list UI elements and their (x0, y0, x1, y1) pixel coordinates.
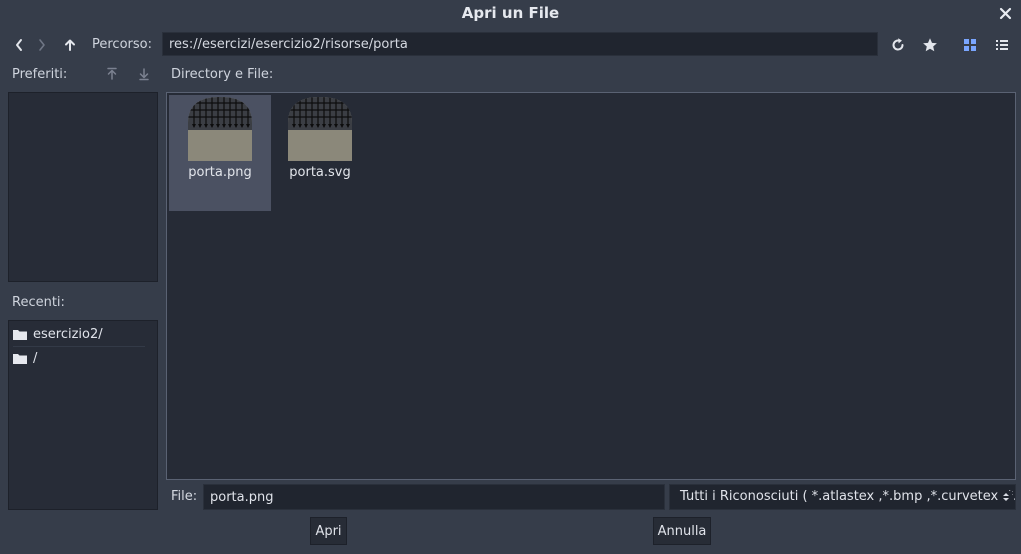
favorites-label: Preferiti: (12, 67, 68, 82)
open-button[interactable]: Apri (310, 517, 347, 545)
refresh-icon (892, 38, 904, 51)
path-input[interactable] (162, 32, 878, 56)
list-view-icon (996, 40, 1008, 50)
folder-icon (13, 353, 27, 364)
favorite-toggle-button[interactable] (919, 34, 941, 56)
star-icon (923, 38, 937, 52)
dialog-title: Apri un File (461, 4, 560, 22)
dropdown-arrow-icon (1000, 491, 1012, 503)
recent-item[interactable]: esercizio2/ (13, 323, 143, 345)
recent-item-label: esercizio2/ (33, 326, 103, 342)
forward-button[interactable] (33, 35, 51, 55)
favorite-move-up-button[interactable] (104, 65, 120, 83)
file-item-porta-png[interactable]: porta.png (169, 95, 271, 211)
image-thumbnail-icon (188, 97, 252, 161)
favorites-list[interactable] (8, 92, 158, 282)
path-toolbar: Percorso: (0, 31, 1021, 59)
image-thumbnail-icon (288, 97, 352, 161)
close-button[interactable] (995, 2, 1015, 24)
directory-label: Directory e File: (171, 67, 274, 82)
recents-list[interactable]: esercizio2/ / (8, 320, 158, 510)
file-label: File: (171, 489, 198, 504)
favorite-move-down-button[interactable] (136, 65, 152, 83)
path-label: Percorso: (92, 37, 152, 52)
file-name: porta.svg (289, 165, 351, 180)
chevron-right-icon (39, 39, 45, 51)
filter-selected-label: Tutti i Riconosciuti ( *.atlastex ,*.bmp… (680, 489, 1016, 504)
filter-select[interactable]: Tutti i Riconosciuti ( *.atlastex ,*.bmp… (669, 484, 1016, 510)
grid-view-icon (964, 39, 976, 51)
recents-label: Recenti: (12, 295, 65, 310)
recent-item-label: / (33, 350, 38, 366)
list-view-button[interactable] (991, 34, 1013, 56)
arrow-up-icon (65, 39, 75, 51)
file-name: porta.png (188, 165, 252, 180)
cancel-button[interactable]: Annulla (653, 517, 711, 545)
folder-icon (13, 329, 27, 340)
move-up-icon (107, 67, 117, 80)
dialog-titlebar: Apri un File (0, 0, 1021, 28)
back-button[interactable] (10, 35, 28, 55)
file-grid[interactable]: porta.png porta.svg (166, 92, 1016, 480)
chevron-left-icon (16, 39, 22, 51)
refresh-button[interactable] (887, 34, 909, 56)
file-item-porta-svg[interactable]: porta.svg (269, 95, 371, 211)
recent-item[interactable]: / (13, 347, 143, 369)
parent-directory-button[interactable] (61, 35, 79, 55)
thumbnail-view-button[interactable] (959, 34, 981, 56)
file-name-input[interactable] (203, 484, 665, 510)
close-icon (999, 7, 1011, 19)
move-down-icon (139, 68, 149, 81)
